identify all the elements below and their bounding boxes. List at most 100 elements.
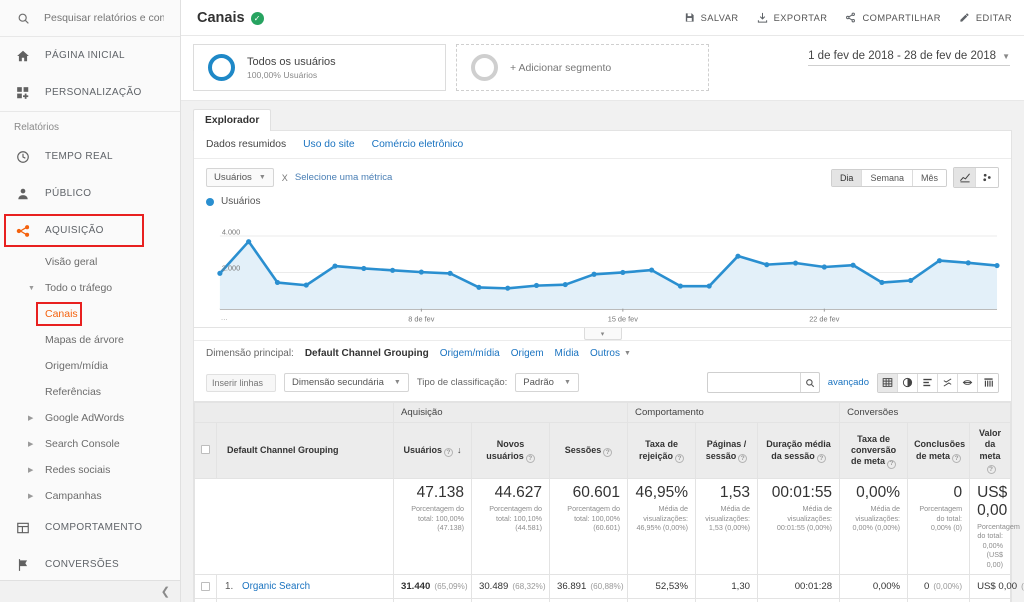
- date-range-picker[interactable]: 1 de fev de 2018 - 28 de fev de 2018 ▼: [808, 50, 1010, 66]
- share-label: COMPARTILHAR: [862, 12, 941, 23]
- summary-taxa-rejeicao: 46,95% Média de visualizações: 46,95% (0…: [627, 478, 697, 576]
- table-view-icon[interactable]: [878, 373, 898, 392]
- column-taxa-rejeicao[interactable]: Taxa de rejeição?: [627, 421, 697, 480]
- sidebar-sub-label: Google AdWords: [45, 412, 125, 424]
- tab-explorador[interactable]: Explorador: [193, 109, 272, 131]
- comparison-view-icon[interactable]: [958, 373, 978, 392]
- sidebar-item-mapas-arvore[interactable]: Mapas de árvore: [0, 327, 180, 353]
- help-icon[interactable]: ?: [887, 459, 897, 469]
- sidebar-item-todo-trafego[interactable]: ▼ Todo o tráfego: [0, 275, 180, 301]
- insert-rows-input[interactable]: [206, 373, 276, 392]
- save-button[interactable]: SALVAR: [683, 11, 739, 24]
- sidebar-item-realtime[interactable]: TEMPO REAL: [0, 138, 180, 175]
- table-summary-row: 47.138 Porcentagem do total: 100,00% (47…: [194, 478, 1020, 576]
- sort-desc-icon[interactable]: ↓: [457, 445, 462, 455]
- help-icon[interactable]: ?: [738, 454, 748, 464]
- help-icon[interactable]: ?: [525, 454, 535, 464]
- column-usuarios[interactable]: Usuários? ↓: [393, 421, 472, 480]
- help-icon[interactable]: ?: [444, 448, 453, 458]
- clock-icon: [14, 148, 32, 166]
- segment-all-users[interactable]: Todos os usuários 100,00% Usuários: [193, 44, 446, 91]
- line-chart-icon[interactable]: [954, 168, 976, 187]
- search-input[interactable]: [44, 12, 164, 24]
- granularity-dia[interactable]: Dia: [831, 169, 863, 186]
- chevron-down-icon: ▼: [563, 379, 571, 386]
- chevron-right-icon: ▶: [28, 467, 34, 474]
- dimension-link-outros[interactable]: Outros: [590, 348, 620, 359]
- dimension-current[interactable]: Default Channel Grouping: [305, 348, 429, 359]
- sidebar-item-redes-sociais[interactable]: ▶ Redes sociais: [0, 457, 180, 483]
- sidebar-item-campanhas[interactable]: ▶ Campanhas: [0, 483, 180, 509]
- column-duracao-media[interactable]: Duração média da sessão?: [757, 421, 841, 480]
- edit-label: EDITAR: [975, 12, 1012, 23]
- sidebar-item-home[interactable]: PÁGINA INICIAL: [0, 37, 180, 74]
- table-search-box[interactable]: [706, 372, 820, 393]
- sidebar-item-customization[interactable]: PERSONALIZAÇÃO: [0, 74, 180, 111]
- table-group-header-row: Aquisição Comportamento Conversões: [194, 402, 1011, 423]
- select-all-checkbox-cell[interactable]: [194, 421, 217, 480]
- subtab-dados-resumidos[interactable]: Dados resumidos: [206, 139, 286, 150]
- summary-value: 0: [953, 484, 963, 502]
- column-novos-usuarios[interactable]: Novos usuários?: [471, 421, 550, 480]
- table-row[interactable]: 1. Organic Search 31.440 (65,09%) 30.489 (68,…: [194, 574, 1024, 600]
- performance-view-icon[interactable]: [938, 373, 958, 392]
- dimension-link-midia[interactable]: Mídia: [555, 348, 579, 359]
- segment-bar: Todos os usuários 100,00% Usuários + Adi…: [181, 36, 1024, 101]
- edit-button[interactable]: EDITAR: [958, 11, 1012, 24]
- pie-view-icon[interactable]: [898, 373, 918, 392]
- dimension-link-origem-midia[interactable]: Origem/mídia: [440, 348, 500, 359]
- chevron-left-icon[interactable]: ❮: [161, 585, 170, 598]
- help-icon[interactable]: ?: [675, 454, 685, 464]
- help-icon[interactable]: ?: [952, 454, 962, 464]
- group-empty: [194, 402, 394, 423]
- column-conclusoes-meta[interactable]: Conclusões de meta?: [907, 421, 971, 480]
- secondary-dimension-dropdown[interactable]: Dimensão secundária ▼: [284, 373, 409, 392]
- search-icon[interactable]: [799, 373, 819, 392]
- scatter-chart-icon[interactable]: [976, 168, 998, 187]
- column-valor-meta[interactable]: Valor da meta?: [969, 421, 1011, 480]
- select-metric-link[interactable]: Selecione uma métrica: [295, 172, 393, 183]
- row-checkbox-cell[interactable]: [194, 574, 217, 600]
- granularity-mes[interactable]: Mês: [912, 169, 946, 186]
- sidebar-search[interactable]: [0, 0, 180, 37]
- users-line-chart[interactable]: 2.000 4.000 8 de fev 15 de fev 22 de fev ···: [206, 209, 1000, 327]
- select-all-checkbox[interactable]: [201, 444, 210, 454]
- sidebar-item-google-adwords[interactable]: ▶ Google AdWords: [0, 405, 180, 431]
- column-dimension[interactable]: Default Channel Grouping: [216, 421, 394, 480]
- column-sessoes[interactable]: Sessões?: [548, 421, 629, 480]
- sort-type-dropdown[interactable]: Padrão ▼: [515, 373, 579, 392]
- table-search-input[interactable]: [707, 374, 800, 391]
- sidebar-item-search-console[interactable]: ▶ Search Console: [0, 431, 180, 457]
- channel-link[interactable]: Organic Search: [242, 581, 310, 592]
- add-segment-button[interactable]: + Adicionar segmento: [456, 44, 709, 91]
- sidebar-item-conversions[interactable]: CONVERSÕES: [0, 546, 180, 583]
- help-icon[interactable]: ?: [986, 465, 996, 475]
- granularity-semana[interactable]: Semana: [862, 169, 913, 186]
- column-paginas-sessao[interactable]: Páginas / sessão?: [695, 421, 759, 480]
- metric-selector[interactable]: Usuários ▼: [206, 168, 274, 187]
- help-icon[interactable]: ?: [603, 448, 613, 458]
- row-checkbox[interactable]: [201, 581, 210, 591]
- export-button[interactable]: EXPORTAR: [756, 11, 828, 24]
- share-button[interactable]: COMPARTILHAR: [844, 11, 940, 24]
- sidebar-item-visao-geral[interactable]: Visão geral: [0, 249, 180, 275]
- sidebar-collapse-bar[interactable]: ❮: [0, 580, 180, 602]
- bar-view-icon[interactable]: [918, 373, 938, 392]
- dimension-link-origem[interactable]: Origem: [511, 348, 544, 359]
- add-segment-label: + Adicionar segmento: [510, 61, 612, 74]
- remove-metric-button[interactable]: X: [282, 173, 288, 183]
- advanced-link[interactable]: avançado: [828, 377, 869, 388]
- sidebar-item-audience[interactable]: PÚBLICO: [0, 175, 180, 212]
- subtab-comercio-eletronico[interactable]: Comércio eletrônico: [372, 139, 464, 150]
- chart-collapse-button[interactable]: ▾: [583, 328, 622, 340]
- pivot-view-icon[interactable]: [978, 373, 998, 392]
- sidebar-item-origem-midia[interactable]: Origem/mídia: [0, 353, 180, 379]
- sidebar-item-referencias[interactable]: Referências: [0, 379, 180, 405]
- help-icon[interactable]: ?: [816, 454, 826, 464]
- sidebar-item-acquisition[interactable]: AQUISIÇÃO: [0, 212, 180, 249]
- row-duracao-media: 00:01:28: [757, 574, 841, 600]
- sidebar-item-canais[interactable]: Canais: [0, 301, 180, 327]
- column-taxa-conversao[interactable]: Taxa de conversão de meta?: [839, 421, 909, 480]
- subtab-uso-do-site[interactable]: Uso do site: [303, 139, 355, 150]
- sidebar-item-behavior[interactable]: COMPORTAMENTO: [0, 509, 180, 546]
